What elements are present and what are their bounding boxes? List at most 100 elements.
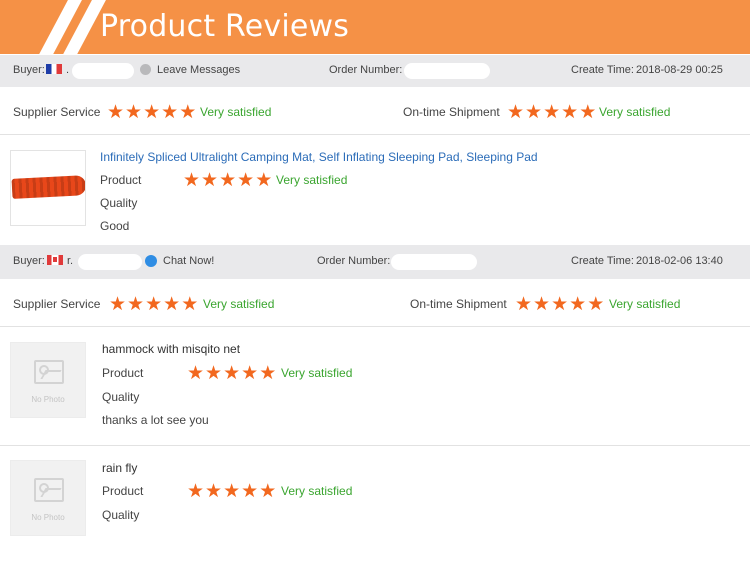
star-icon: ★ <box>205 481 224 502</box>
star-icon: ★ <box>223 481 242 502</box>
buyer-label: Buyer: <box>13 255 45 267</box>
star-icon: ★ <box>201 170 220 191</box>
buyer-flag <box>46 64 62 76</box>
buyer-name: r. <box>67 255 74 267</box>
create-time-label: Create Time: <box>571 255 634 267</box>
product-thumbnail[interactable]: No Photo <box>10 460 86 536</box>
review-header: Buyer: r. Chat Now! Order Number: Create… <box>0 245 750 279</box>
order-number-label: Order Number: <box>329 64 403 76</box>
product-rating: Very satisfied <box>281 484 353 498</box>
buyer-flag <box>47 255 63 267</box>
star-icon: ★ <box>107 102 126 123</box>
star-icon: ★ <box>569 294 588 315</box>
star-icon: ★ <box>161 102 180 123</box>
shipment-stars: ★★★★★ <box>507 103 597 122</box>
star-icon: ★ <box>183 170 202 191</box>
supplier-service-label: Supplier Service <box>13 105 101 119</box>
star-icon: ★ <box>237 170 256 191</box>
product-stars: ★★★★★ <box>183 171 273 190</box>
service-ratings: Supplier Service ★★★★★ Very satisfied On… <box>0 91 750 135</box>
supplier-service-label: Supplier Service <box>13 297 101 311</box>
service-ratings: Supplier Service ★★★★★ Very satisfied On… <box>0 283 750 327</box>
supplier-service-rating: Very satisfied <box>203 297 275 311</box>
product-thumbnail[interactable] <box>10 150 86 226</box>
image-placeholder-icon <box>34 478 64 502</box>
leave-messages-link[interactable]: Leave Messages <box>157 64 240 76</box>
star-icon: ★ <box>259 481 278 502</box>
page-title: Product Reviews <box>100 9 350 44</box>
redacted-buyer-name <box>78 254 142 270</box>
star-icon: ★ <box>561 102 580 123</box>
message-icon[interactable] <box>140 64 151 77</box>
star-icon: ★ <box>579 102 598 123</box>
star-icon: ★ <box>143 102 162 123</box>
product-label: Product <box>102 484 144 498</box>
no-photo-text: No Photo <box>31 395 65 404</box>
product-stars: ★★★★★ <box>187 482 277 501</box>
star-icon: ★ <box>127 294 146 315</box>
chat-icon[interactable] <box>145 255 157 268</box>
star-icon: ★ <box>125 102 144 123</box>
star-icon: ★ <box>219 170 238 191</box>
star-icon: ★ <box>551 294 570 315</box>
shipment-label: On-time Shipment <box>403 105 500 119</box>
product-label: Product <box>102 366 144 380</box>
star-icon: ★ <box>533 294 552 315</box>
star-icon: ★ <box>259 363 278 384</box>
star-icon: ★ <box>515 294 534 315</box>
product-review: No Photo hammock with misqito net Produc… <box>0 328 750 446</box>
supplier-service-stars: ★★★★★ <box>107 103 197 122</box>
star-icon: ★ <box>179 102 198 123</box>
shipment-rating: Very satisfied <box>609 297 681 311</box>
review-comment: Good <box>100 219 130 233</box>
star-icon: ★ <box>241 481 260 502</box>
quality-label: Quality <box>102 390 140 404</box>
product-review: Infinitely Spliced Ultralight Camping Ma… <box>0 136 750 244</box>
star-icon: ★ <box>205 363 224 384</box>
shipment-rating: Very satisfied <box>599 105 671 119</box>
buyer-name: . <box>66 64 70 76</box>
create-time-value: 2018-02-06 13:40 <box>636 255 723 267</box>
camping-mat-image <box>11 175 85 199</box>
star-icon: ★ <box>223 363 242 384</box>
order-number-label: Order Number: <box>317 255 391 267</box>
image-placeholder-icon <box>34 360 64 384</box>
star-icon: ★ <box>181 294 200 315</box>
redacted-buyer-name <box>72 63 134 79</box>
star-icon: ★ <box>507 102 526 123</box>
create-time-label: Create Time: <box>571 64 634 76</box>
quality-label: Quality <box>102 508 140 522</box>
shipment-stars: ★★★★★ <box>515 295 605 314</box>
buyer-label: Buyer: <box>13 64 45 76</box>
star-icon: ★ <box>187 363 206 384</box>
star-icon: ★ <box>543 102 562 123</box>
product-rating: Very satisfied <box>281 366 353 380</box>
page-banner: Product Reviews <box>0 0 750 54</box>
star-icon: ★ <box>525 102 544 123</box>
supplier-service-stars: ★★★★★ <box>109 295 199 314</box>
chat-now-link[interactable]: Chat Now! <box>163 255 214 267</box>
product-stars: ★★★★★ <box>187 364 277 383</box>
star-icon: ★ <box>255 170 274 191</box>
product-title-link[interactable]: Infinitely Spliced Ultralight Camping Ma… <box>100 150 538 164</box>
product-label: Product <box>100 173 142 187</box>
review-comment: thanks a lot see you <box>102 413 209 427</box>
product-title: hammock with misqito net <box>102 342 241 356</box>
star-icon: ★ <box>187 481 206 502</box>
star-icon: ★ <box>587 294 606 315</box>
no-photo-text: No Photo <box>31 513 65 522</box>
product-thumbnail[interactable]: No Photo <box>10 342 86 418</box>
product-title: rain fly <box>102 461 138 475</box>
star-icon: ★ <box>241 363 260 384</box>
star-icon: ★ <box>109 294 128 315</box>
star-icon: ★ <box>163 294 182 315</box>
review-header: Buyer: . Leave Messages Order Number: Cr… <box>0 55 750 87</box>
supplier-service-rating: Very satisfied <box>200 105 272 119</box>
shipment-label: On-time Shipment <box>410 297 507 311</box>
quality-label: Quality <box>100 196 138 210</box>
create-time-value: 2018-08-29 00:25 <box>636 64 723 76</box>
redacted-order-number <box>391 254 477 270</box>
redacted-order-number <box>404 63 490 79</box>
star-icon: ★ <box>145 294 164 315</box>
product-rating: Very satisfied <box>276 173 348 187</box>
